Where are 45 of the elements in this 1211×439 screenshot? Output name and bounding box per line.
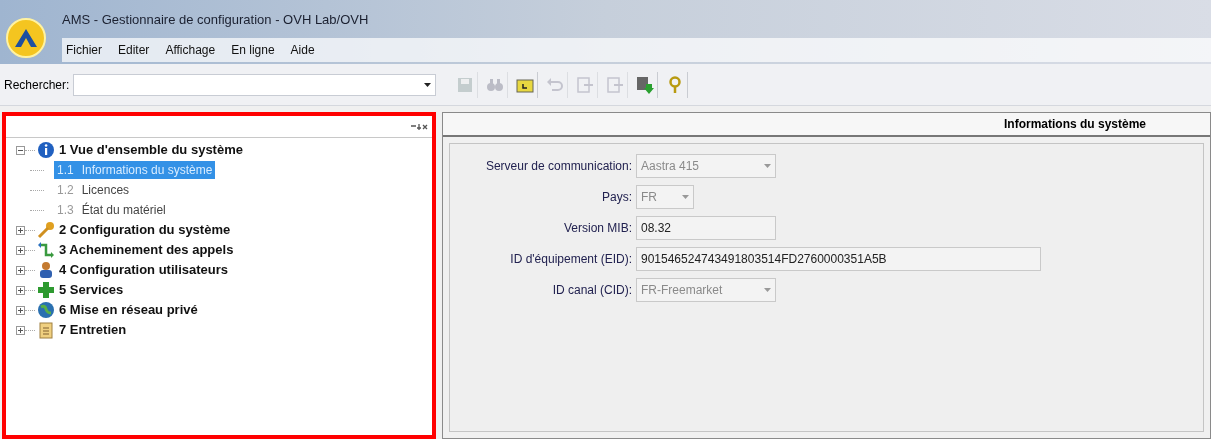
panel-title: Informations du système [1003,116,1146,133]
clipboard-icon [37,321,55,339]
tree-item[interactable]: 1.3 État du matériel [54,201,169,219]
dropdown-caret-icon [764,288,771,292]
field-label: Version MIB: [562,220,632,237]
tree-item[interactable]: 4 Configuration utilisateurs [59,260,228,280]
dropdown-caret-icon [682,195,689,199]
tree-item[interactable]: 2 Configuration du système [59,220,231,240]
tree-item[interactable]: 1 Vue d'ensemble du système [59,140,243,160]
user-icon [37,261,55,279]
field-label: Pays: [601,189,632,206]
menu-item[interactable]: Fichier [64,41,104,59]
text-field[interactable]: 901546524743491803514FD2760000351A5B [636,247,1041,271]
search-field[interactable] [73,73,436,96]
menu-item[interactable]: Affichage [163,41,218,59]
tree-item[interactable]: 3 Acheminement des appels [59,240,234,260]
menu-item[interactable]: Editer [116,41,152,59]
expand-icon[interactable] [16,285,25,295]
menu-item[interactable]: Aide [288,41,317,59]
tree-item[interactable]: 5 Services [59,280,124,300]
pin-close-icon[interactable] [410,122,428,131]
text-field[interactable]: 08.32 [636,216,776,240]
window-title: AMS - Gestionnaire de configuration - OVH Lab/OVH [62,11,369,29]
search-label: Rechercher: [4,76,70,94]
field-label: ID d'équipement (EID): [509,251,632,268]
tree-item[interactable]: 7 Entretien [59,320,127,340]
expand-icon[interactable] [16,325,25,335]
dropdown-caret-icon [764,164,771,168]
tree-item[interactable]: 1.2 Licences [54,181,133,199]
globe-icon [37,301,55,319]
expand-icon[interactable] [16,245,25,255]
menu-item[interactable]: En ligne [229,41,277,59]
expand-icon[interactable] [16,265,25,275]
routing-arrows-icon [37,241,55,259]
app-logo-icon[interactable] [6,18,46,58]
field-label: ID canal (CID): [551,282,632,299]
tree-item[interactable]: 6 Mise en réseau privé [59,300,198,320]
plus-icon [37,281,55,299]
key-icon [37,221,55,239]
field-label: Serveur de communication: [484,158,632,175]
collapse-icon[interactable] [16,145,25,155]
expand-icon[interactable] [16,305,25,315]
expand-icon[interactable] [16,225,25,235]
info-icon [37,141,55,159]
dropdown-caret-icon [424,82,431,87]
